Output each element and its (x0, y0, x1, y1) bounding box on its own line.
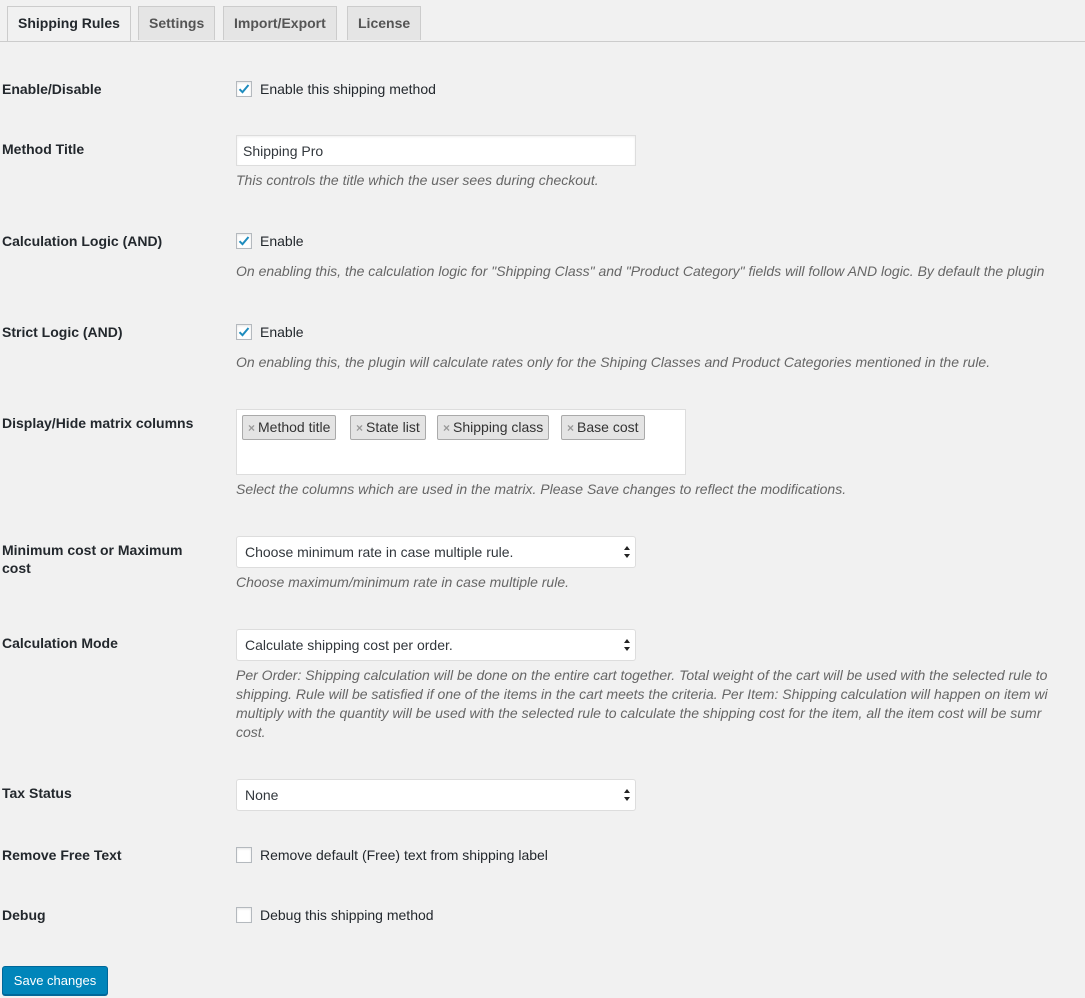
tab-import-export[interactable]: Import/Export (223, 6, 337, 40)
calc-logic-description: On enabling this, the calculation logic … (236, 263, 1045, 279)
enable-method-row: Enable this shipping method (236, 80, 436, 98)
tax-status-selected: None (245, 787, 279, 803)
remove-icon[interactable]: × (567, 421, 574, 435)
calc-mode-description-line: cost. (236, 724, 266, 740)
strict-logic-label: Strict Logic (AND) (2, 324, 123, 340)
remove-free-text-checkbox[interactable] (236, 847, 252, 863)
matrix-columns-label: Display/Hide matrix columns (2, 415, 194, 431)
select-arrows-icon (624, 789, 630, 801)
calc-mode-description-line: multiply with the quantity will be used … (236, 705, 1042, 721)
calc-mode-description-line: shipping. Rule will be satisfied if one … (236, 686, 1048, 702)
enable-disable-label: Enable/Disable (2, 81, 102, 97)
min-max-cost-label: Minimum cost or Maximum cost (2, 541, 202, 577)
save-changes-button[interactable]: Save changes (2, 966, 108, 995)
strict-logic-checkbox-label: Enable (260, 324, 304, 340)
min-max-cost-label-line1: Minimum cost or Maximum (2, 542, 183, 558)
enable-method-checkbox-label: Enable this shipping method (260, 81, 436, 97)
checkmark-icon (238, 84, 250, 94)
shipping-settings-page: Shipping Rules Settings Import/Export Li… (0, 0, 1085, 998)
chip-base-cost: × Base cost (561, 415, 645, 440)
method-title-description: This controls the title which the user s… (236, 172, 599, 188)
calc-logic-label: Calculation Logic (AND) (2, 233, 163, 249)
calc-logic-row: Enable (236, 232, 304, 250)
calc-mode-select[interactable]: Calculate shipping cost per order. (236, 629, 636, 661)
remove-free-text-label: Remove Free Text (2, 847, 122, 863)
strict-logic-checkbox[interactable] (236, 324, 252, 340)
strict-logic-row: Enable (236, 323, 304, 341)
strict-logic-description: On enabling this, the plugin will calcul… (236, 354, 991, 370)
calc-logic-checkbox-label: Enable (260, 233, 304, 249)
tab-license[interactable]: License (347, 6, 422, 40)
calc-mode-label: Calculation Mode (2, 635, 118, 651)
tax-status-select[interactable]: None (236, 779, 636, 811)
remove-free-text-row: Remove default (Free) text from shipping… (236, 846, 548, 864)
min-max-cost-description: Choose maximum/minimum rate in case mult… (236, 574, 569, 590)
tax-status-label: Tax Status (2, 785, 72, 801)
calc-mode-description: Per Order: Shipping calculation will be … (236, 666, 1085, 742)
tab-bar: Shipping Rules Settings Import/Export Li… (0, 0, 1085, 42)
chip-shipping-class: × Shipping class (437, 415, 550, 440)
method-title-input[interactable] (236, 135, 636, 166)
checkmark-icon (238, 236, 250, 246)
matrix-columns-multiselect[interactable]: × Method title × State list × Shipping clas… (236, 409, 686, 475)
select-arrows-icon (624, 546, 630, 558)
checkmark-icon (238, 327, 250, 337)
chip-label: State list (366, 419, 420, 435)
debug-checkbox-label: Debug this shipping method (260, 907, 434, 923)
method-title-label: Method Title (2, 141, 85, 157)
calc-mode-selected: Calculate shipping cost per order. (245, 637, 453, 653)
calc-logic-checkbox[interactable] (236, 233, 252, 249)
calc-mode-description-line: Per Order: Shipping calculation will be … (236, 667, 1048, 683)
chip-label: Method title (258, 419, 331, 435)
remove-icon[interactable]: × (443, 421, 450, 435)
remove-free-text-checkbox-label: Remove default (Free) text from shipping… (260, 847, 548, 863)
chip-label: Shipping class (453, 419, 544, 435)
tab-shipping-rules[interactable]: Shipping Rules (7, 6, 131, 41)
min-max-cost-label-line2: cost (2, 560, 31, 576)
select-arrows-icon (624, 639, 630, 651)
debug-row: Debug this shipping method (236, 906, 434, 924)
min-max-cost-selected: Choose minimum rate in case multiple rul… (245, 544, 514, 560)
tab-settings[interactable]: Settings (138, 6, 216, 40)
remove-icon[interactable]: × (248, 421, 255, 435)
enable-method-checkbox[interactable] (236, 81, 252, 97)
chip-label: Base cost (577, 419, 639, 435)
chip-state-list: × State list (350, 415, 426, 440)
debug-checkbox[interactable] (236, 907, 252, 923)
remove-icon[interactable]: × (356, 421, 363, 435)
min-max-cost-select[interactable]: Choose minimum rate in case multiple rul… (236, 536, 636, 568)
matrix-columns-description: Select the columns which are used in the… (236, 481, 847, 497)
chip-method-title: × Method title (242, 415, 337, 440)
debug-label: Debug (2, 907, 46, 923)
